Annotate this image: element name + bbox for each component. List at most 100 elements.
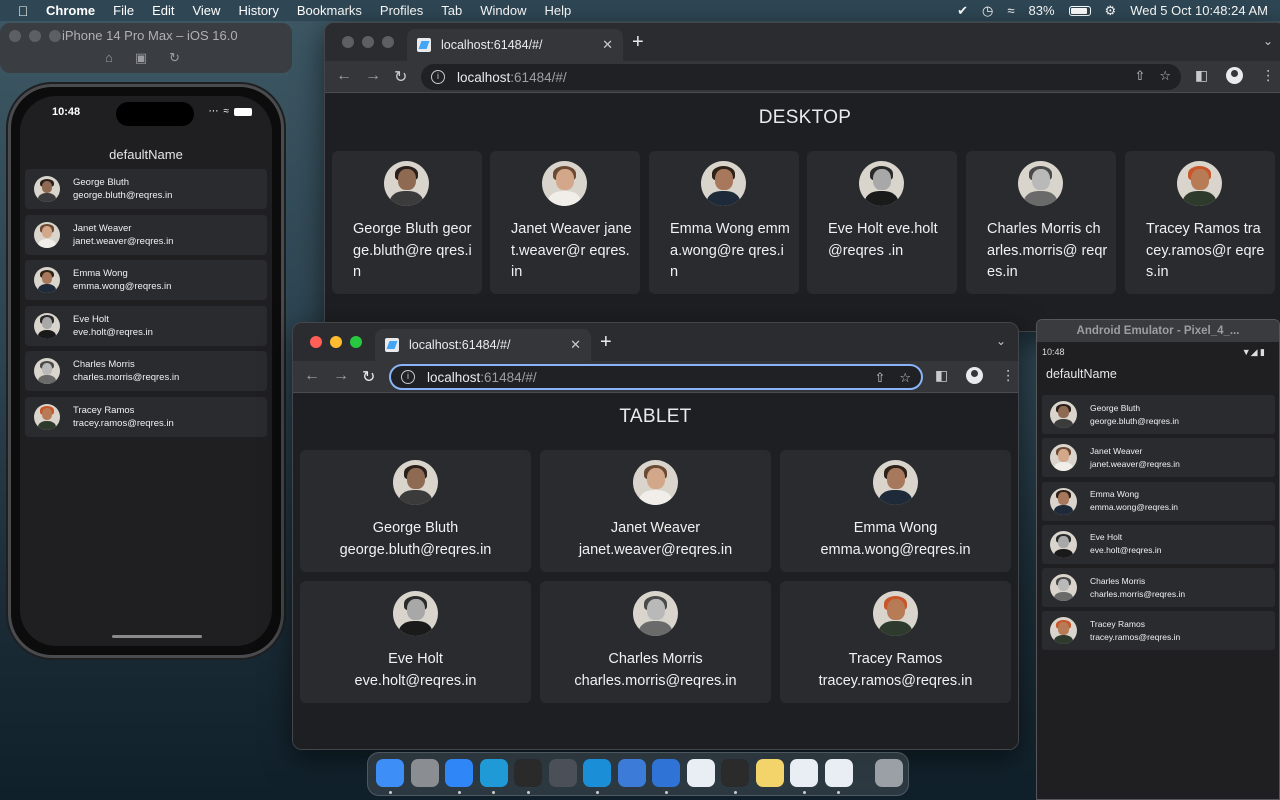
share-icon[interactable]: ⇧: [1134, 68, 1145, 84]
new-tab-icon[interactable]: +: [600, 331, 612, 354]
wifi-icon[interactable]: ≈: [1007, 3, 1014, 18]
window-controls[interactable]: [342, 36, 394, 48]
user-card[interactable]: Eve Holt eve.holt@reqres.in: [300, 581, 531, 703]
screenshot-icon[interactable]: ▣: [135, 50, 147, 66]
list-item[interactable]: Emma Wong emma.wong@reqres.in: [25, 260, 267, 300]
window-controls[interactable]: [310, 336, 362, 348]
notes-icon[interactable]: [755, 759, 784, 787]
star-icon[interactable]: ☆: [1159, 68, 1171, 84]
list-item[interactable]: Janet Weaver janet.weaver@reqres.in: [25, 214, 267, 255]
menu-history[interactable]: History: [238, 3, 278, 18]
battery-icon[interactable]: [1068, 5, 1091, 16]
list-item[interactable]: George Bluth george.bluth@reqres.in: [1042, 395, 1275, 434]
user-name: Charles Morris: [73, 359, 135, 370]
user-card[interactable]: Charles Morris charles.morris@ reqres.in: [966, 151, 1116, 294]
more-menu-icon[interactable]: ⋮: [1001, 367, 1015, 384]
apple-icon[interactable]: : [0, 3, 46, 19]
trash-icon[interactable]: [875, 759, 903, 787]
check-icon[interactable]: ✔: [957, 3, 968, 19]
close-icon[interactable]: ✕: [570, 337, 581, 353]
menu-bookmarks[interactable]: Bookmarks: [297, 3, 362, 18]
menu-profiles[interactable]: Profiles: [380, 3, 423, 18]
user-card[interactable]: Emma Wong emma.wong@re qres.in: [649, 151, 799, 294]
launchpad-icon[interactable]: [410, 759, 439, 787]
user-card[interactable]: George Bluth george.bluth@reqres.in: [300, 450, 531, 572]
menu-view[interactable]: View: [192, 3, 220, 18]
edge-icon[interactable]: [479, 759, 508, 787]
list-item[interactable]: Emma Wong emma.wong@reqres.in: [1042, 481, 1275, 521]
menu-tab[interactable]: Tab: [441, 3, 462, 18]
user-card-text: Emma Wong emma.wong@re qres.in: [670, 221, 790, 280]
forward-icon[interactable]: →: [365, 67, 381, 85]
list-item[interactable]: Charles Morris charles.morris@reqres.in: [25, 351, 267, 391]
new-tab-icon[interactable]: +: [632, 31, 644, 54]
terminal-icon[interactable]: [514, 759, 542, 787]
menu-window[interactable]: Window: [480, 3, 526, 18]
safari-icon[interactable]: [445, 759, 473, 787]
star-icon[interactable]: ☆: [899, 370, 911, 386]
user-card[interactable]: Janet Weaver janet.weaver@reqres.in: [540, 450, 771, 572]
user-card[interactable]: Emma Wong emma.wong@reqres.in: [780, 450, 1011, 572]
chevron-down-icon[interactable]: ⌄: [996, 334, 1006, 348]
obs-icon[interactable]: [721, 759, 749, 787]
android-studio-arch-icon[interactable]: [548, 759, 577, 787]
info-icon[interactable]: i: [431, 70, 445, 84]
menu-help[interactable]: Help: [545, 3, 572, 18]
back-icon[interactable]: ←: [336, 67, 352, 85]
reload-icon[interactable]: ↻: [362, 367, 375, 387]
share-icon[interactable]: ⇧: [874, 370, 885, 386]
skype-icon[interactable]: [583, 759, 611, 787]
close-icon[interactable]: ✕: [602, 37, 613, 53]
menu-file[interactable]: File: [113, 3, 134, 18]
control-center-icon[interactable]: ⚙: [1105, 3, 1117, 19]
browser-tab[interactable]: localhost:61484/#/ ✕: [407, 29, 623, 61]
address-bar[interactable]: i localhost:61484/#/ ⇧ ☆: [389, 364, 923, 390]
window-controls[interactable]: [9, 30, 61, 42]
avatar: [34, 176, 60, 202]
user-card[interactable]: Tracey Ramos tracey.ramos@reqres.in: [780, 581, 1011, 703]
forward-icon[interactable]: →: [333, 367, 349, 385]
profile-icon[interactable]: [966, 367, 984, 384]
word-icon[interactable]: [686, 759, 715, 787]
user-email: george.bluth@reqres.in: [339, 541, 492, 558]
xcode-icon[interactable]: [617, 759, 646, 787]
more-menu-icon[interactable]: ⋮: [1261, 67, 1275, 84]
clock-icon[interactable]: ◷: [982, 3, 993, 19]
user-name: Tracey Ramos: [73, 404, 135, 416]
list-item[interactable]: Eve Holt eve.holt@reqres.in: [1042, 524, 1275, 564]
info-icon[interactable]: i: [401, 370, 415, 384]
menu-app-name[interactable]: Chrome: [46, 3, 95, 18]
user-card[interactable]: George Bluth george.bluth@re qres.in: [332, 151, 482, 294]
chrome-icon[interactable]: [824, 759, 853, 787]
url-host: localhost: [427, 369, 481, 385]
side-panel-icon[interactable]: ◧: [1195, 67, 1208, 84]
menu-edit[interactable]: Edit: [152, 3, 174, 18]
list-item[interactable]: Charles Morris charles.morris@reqres.in: [1042, 568, 1275, 608]
profile-icon[interactable]: [1226, 67, 1244, 84]
menu-clock[interactable]: Wed 5 Oct 10:48:24 AM: [1130, 3, 1268, 18]
home-icon[interactable]: ⌂: [105, 50, 113, 66]
list-item[interactable]: Eve Holt eve.holt@reqres.in: [25, 305, 267, 346]
flutter-tool-icon[interactable]: [790, 759, 818, 787]
address-bar[interactable]: i localhost:61484/#/ ⇧ ☆: [421, 64, 1181, 90]
user-card-text: Charles Morris charles.morris@ reqres.in: [987, 221, 1108, 280]
list-item[interactable]: Tracey Ramos tracey.ramos@reqres.in: [1042, 611, 1275, 651]
browser-tab[interactable]: localhost:61484/#/ ✕: [375, 329, 591, 361]
list-item[interactable]: Janet Weaver janet.weaver@reqres.in: [1042, 438, 1275, 478]
rotate-icon[interactable]: ↻: [169, 50, 180, 66]
back-icon[interactable]: ←: [304, 367, 320, 385]
user-email: emma.wong@reqres.in: [1090, 502, 1178, 513]
list-item[interactable]: George Bluth george.bluth@reqres.in: [25, 169, 267, 209]
user-name: Charles Morris: [608, 651, 703, 667]
user-card[interactable]: Tracey Ramos tracey.ramos@r eqres.in: [1125, 151, 1275, 294]
user-card[interactable]: Janet Weaver janet.weaver@r eqres.in: [490, 151, 640, 294]
finder-icon[interactable]: [376, 759, 404, 787]
reload-icon[interactable]: ↻: [394, 67, 407, 87]
user-card[interactable]: Eve Holt eve.holt@reqres .in: [807, 151, 957, 294]
xcode-2-icon[interactable]: [652, 759, 680, 787]
side-panel-icon[interactable]: ◧: [935, 367, 948, 384]
home-indicator[interactable]: [112, 635, 202, 638]
user-card[interactable]: Charles Morris charles.morris@reqres.in: [540, 581, 771, 703]
list-item[interactable]: Tracey Ramos tracey.ramos@reqres.in: [25, 396, 267, 437]
chevron-down-icon[interactable]: ⌄: [1263, 34, 1273, 48]
